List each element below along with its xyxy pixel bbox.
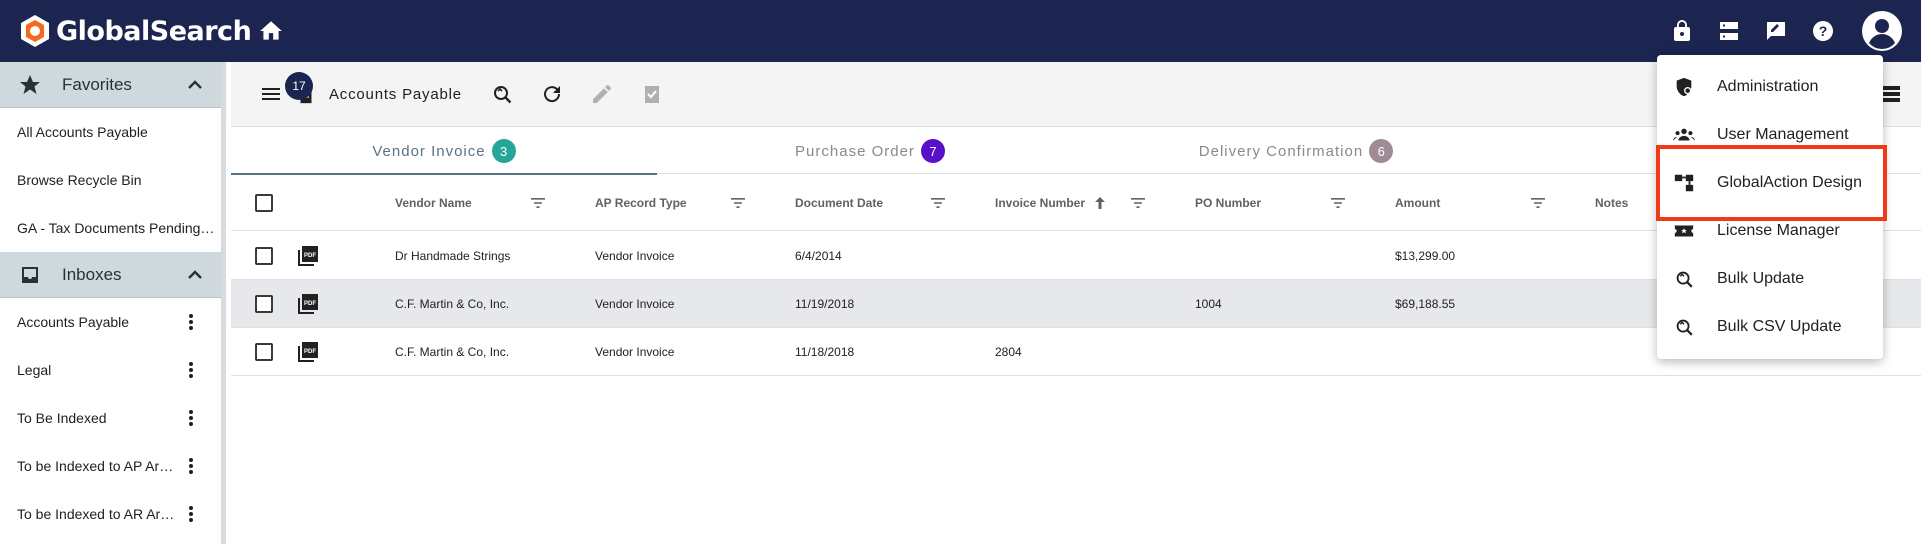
server-icon (1720, 22, 1738, 40)
inboxes-title: Inboxes (62, 264, 122, 284)
archive-title: Accounts Payable (329, 85, 462, 103)
home-icon (260, 21, 282, 40)
globalsearch-logo-icon (21, 15, 49, 47)
menu-item-bulk-update[interactable]: Bulk Update (1657, 255, 1883, 303)
highlight-box (1656, 145, 1887, 221)
column-header-ap-record-type[interactable]: AP Record Type (595, 175, 687, 231)
cell-amount: $13,299.00 (1395, 249, 1456, 263)
app-logo[interactable]: GlobalSearch (18, 14, 252, 48)
top-actions: ? (1669, 0, 1921, 62)
cell-po-number: 1004 (1195, 297, 1222, 311)
more-vert-icon[interactable] (181, 360, 201, 380)
ticket-icon (1674, 225, 1694, 237)
column-header-amount[interactable]: Amount (1395, 175, 1440, 231)
edit-icon[interactable] (590, 82, 614, 106)
row-checkbox[interactable] (255, 295, 273, 313)
favorites-title: Favorites (62, 74, 132, 94)
menu-icon[interactable] (259, 82, 283, 106)
account-button[interactable] (1861, 10, 1903, 52)
sort-arrow-up-icon[interactable] (1091, 194, 1109, 212)
cell-amount: $69,188.55 (1395, 297, 1456, 311)
search-refresh-icon[interactable] (490, 82, 514, 106)
cell-invoice-number: 2804 (995, 345, 1022, 359)
svg-text:?: ? (1819, 23, 1828, 39)
more-vert-icon[interactable] (181, 456, 201, 476)
server-button[interactable] (1716, 18, 1742, 44)
star-icon (20, 74, 40, 94)
edit-note-button[interactable] (1763, 18, 1789, 44)
home-button[interactable] (258, 18, 284, 44)
column-header-document-date[interactable]: Document Date (795, 175, 883, 231)
more-vert-icon[interactable] (181, 312, 201, 332)
chevron-up-icon[interactable] (183, 73, 207, 97)
top-bar: GlobalSearch ? (0, 0, 1921, 62)
tab-purchase-order[interactable]: Purchase Order 7 (657, 128, 1083, 174)
pdf-icon[interactable]: PDF (297, 293, 319, 315)
menu-item-bulk-csv-update[interactable]: Bulk CSV Update (1657, 303, 1883, 351)
filter-icon[interactable] (1529, 194, 1547, 212)
assignment-check-icon[interactable] (640, 82, 664, 106)
filter-icon[interactable] (1129, 194, 1147, 212)
tab-count-badge: 7 (920, 139, 945, 163)
admin-shield-icon (1676, 77, 1692, 97)
help-icon: ? (1813, 21, 1833, 41)
inboxes-header[interactable]: Inboxes (0, 252, 221, 298)
edit-note-icon (1767, 22, 1785, 40)
help-button[interactable]: ? (1810, 18, 1836, 44)
sidebar-item-inbox-to-be-indexed[interactable]: To Be Indexed (0, 394, 221, 442)
cell-vendor-name: Dr Handmade Strings (395, 249, 511, 263)
column-header-po-number[interactable]: PO Number (1195, 175, 1261, 231)
tab-count-badge: 6 (1369, 139, 1394, 163)
app-name: GlobalSearch (56, 15, 252, 47)
filter-icon[interactable] (929, 194, 947, 212)
cell-document-date: 11/19/2018 (795, 297, 855, 311)
sidebar-item-inbox-ap-archive[interactable]: To be Indexed to AP Archive (0, 442, 221, 490)
filter-icon[interactable] (1329, 194, 1347, 212)
sidebar-item-inbox-accounts-payable[interactable]: Accounts Payable (0, 298, 221, 346)
lock-icon (1674, 20, 1690, 41)
row-checkbox[interactable] (255, 343, 273, 361)
cell-ap-record-type: Vendor Invoice (595, 249, 675, 263)
tab-count-badge: 3 (491, 139, 516, 163)
account-icon (1862, 11, 1902, 51)
more-vert-icon[interactable] (181, 504, 201, 524)
column-header-vendor-name[interactable]: Vendor Name (395, 175, 472, 231)
sidebar: Favorites All Accounts Payable Browse Re… (0, 62, 226, 544)
cell-document-date: 11/18/2018 (795, 345, 855, 359)
search-refresh-icon (1676, 271, 1693, 288)
cell-document-date: 6/4/2014 (795, 249, 842, 263)
sidebar-item-browse-recycle-bin[interactable]: Browse Recycle Bin (0, 156, 221, 204)
refresh-icon[interactable] (540, 82, 564, 106)
svg-text:PDF: PDF (304, 349, 316, 355)
column-header-notes[interactable]: Notes (1595, 175, 1628, 231)
svg-text:PDF: PDF (304, 301, 316, 307)
users-icon (1673, 128, 1695, 141)
cell-vendor-name: C.F. Martin & Co, Inc. (395, 297, 510, 311)
pdf-icon[interactable]: PDF (297, 245, 319, 267)
inbox-icon (22, 266, 38, 283)
cell-ap-record-type: Vendor Invoice (595, 345, 675, 359)
cell-ap-record-type: Vendor Invoice (595, 297, 675, 311)
search-refresh-icon (1676, 319, 1693, 336)
sidebar-item-tax-documents[interactable]: GA - Tax Documents Pending Approval (0, 204, 221, 252)
pdf-icon[interactable]: PDF (297, 341, 319, 363)
select-all-checkbox[interactable] (255, 194, 273, 212)
document-count-badge: 17 (285, 72, 313, 100)
favorites-header[interactable]: Favorites (0, 62, 221, 108)
svg-text:PDF: PDF (304, 253, 316, 259)
chevron-up-icon[interactable] (183, 263, 207, 287)
column-header-invoice-number[interactable]: Invoice Number (995, 175, 1085, 231)
sidebar-item-inbox-ar-archive[interactable]: To be Indexed to AR Archive (0, 490, 221, 538)
tab-vendor-invoice[interactable]: Vendor Invoice 3 (231, 128, 657, 175)
cell-vendor-name: C.F. Martin & Co, Inc. (395, 345, 510, 359)
sidebar-item-all-accounts-payable[interactable]: All Accounts Payable (0, 108, 221, 156)
tab-delivery-confirmation[interactable]: Delivery Confirmation 6 (1083, 128, 1509, 174)
more-vert-icon[interactable] (181, 408, 201, 428)
filter-icon[interactable] (529, 194, 547, 212)
filter-icon[interactable] (729, 194, 747, 212)
row-checkbox[interactable] (255, 247, 273, 265)
menu-item-administration[interactable]: Administration (1657, 63, 1883, 111)
sidebar-item-inbox-legal[interactable]: Legal (0, 346, 221, 394)
lock-button[interactable] (1669, 18, 1695, 44)
